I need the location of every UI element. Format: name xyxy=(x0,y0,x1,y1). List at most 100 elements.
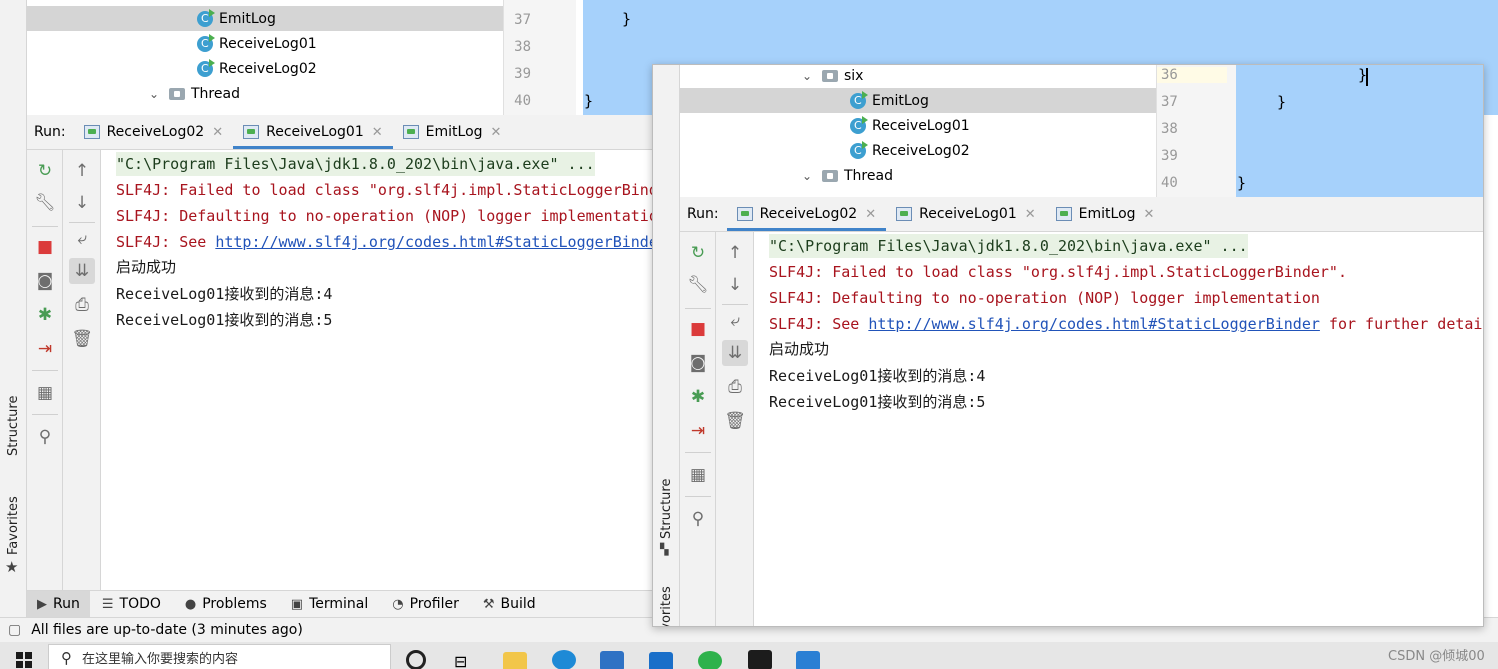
windows-icon[interactable] xyxy=(16,652,32,668)
run-tab-emitlog[interactable]: EmitLog ✕ xyxy=(1046,197,1165,231)
console-toolbar: ↑ ↓ ⤶ ⇊ ⎙ 🗑︎ xyxy=(716,232,754,626)
layout-icon[interactable]: ▦ xyxy=(32,380,58,406)
layout-icon[interactable]: ▦ xyxy=(685,462,711,488)
rerun-icon[interactable]: ↻ xyxy=(32,158,58,184)
chevron-down-icon[interactable]: ⌄ xyxy=(800,169,814,183)
bottom-tab-terminal[interactable]: ▣ Terminal xyxy=(279,591,380,617)
bottom-tab-label: Terminal xyxy=(309,596,369,612)
run-tab-emitlog[interactable]: EmitLog ✕ xyxy=(393,115,512,149)
pin-icon[interactable]: ⚲ xyxy=(685,506,711,532)
down-arrow-icon[interactable]: ↓ xyxy=(69,190,95,216)
code-brace: } xyxy=(622,10,632,28)
star-icon[interactable]: ★ xyxy=(5,558,18,576)
layout-toggle-icon[interactable]: ▢ xyxy=(8,622,21,638)
wrench-icon[interactable]: 🔧︎ xyxy=(685,272,711,298)
run-tab-receivelog02[interactable]: ReceiveLog02 ✕ xyxy=(74,115,234,149)
tree-folder-thread[interactable]: ⌄ Thread xyxy=(800,163,893,188)
console-output[interactable]: "C:\Program Files\Java\jdk1.8.0_202\bin\… xyxy=(754,232,1483,626)
camera-icon[interactable]: ◙ xyxy=(32,268,58,294)
scroll-to-end-icon[interactable]: ⇊ xyxy=(69,258,95,284)
tree-folder-six[interactable]: ⌄ six xyxy=(800,65,864,88)
line-number: 40 xyxy=(1161,175,1178,191)
wrench-icon[interactable]: 🔧︎ xyxy=(32,190,58,216)
line-number: 37 xyxy=(1161,94,1178,110)
tree-item-label: ReceiveLog01 xyxy=(872,117,970,134)
structure-side-tab[interactable]: Structure xyxy=(6,396,21,456)
camera-icon[interactable]: ◙ xyxy=(685,350,711,376)
run-tab-bar: Run: ReceiveLog02 ✕ ReceiveLog01 ✕ EmitL… xyxy=(27,115,652,150)
close-icon[interactable]: ✕ xyxy=(1025,207,1036,222)
tree-item-receivelog02[interactable]: ReceiveLog02 xyxy=(850,138,970,163)
bottom-tab-problems[interactable]: ● Problems xyxy=(173,591,279,617)
virtualbox-icon[interactable] xyxy=(796,651,820,669)
terminal-icon: ▣ xyxy=(290,596,304,612)
run-tab-label: ReceiveLog01 xyxy=(919,206,1017,222)
pin-icon[interactable]: ⚲ xyxy=(32,424,58,450)
bottom-tab-build[interactable]: ⚒ Build xyxy=(471,591,548,617)
bottom-tab-run[interactable]: ▶ Run xyxy=(27,591,90,617)
run-actions-toolbar: ↻ 🔧︎ ■ ◙ ✱ ⇥ ▦ ⚲ xyxy=(27,150,63,590)
scroll-to-end-icon[interactable]: ⇊ xyxy=(722,340,748,366)
editor-selection[interactable] xyxy=(1236,65,1483,197)
run-tab-receivelog01[interactable]: ReceiveLog01 ✕ xyxy=(886,197,1046,231)
tree-item-receivelog01[interactable]: ReceiveLog01 xyxy=(197,31,317,56)
console-output[interactable]: "C:\Program Files\Java\jdk1.8.0_202\bin\… xyxy=(102,150,652,590)
print-icon[interactable]: ⎙ xyxy=(69,292,95,318)
rerun-icon[interactable]: ↻ xyxy=(685,240,711,266)
mail-icon[interactable] xyxy=(649,652,673,669)
structure-side-tab[interactable]: Structure xyxy=(659,479,674,539)
bottom-tab-label: Problems xyxy=(202,596,267,612)
cortana-icon[interactable] xyxy=(406,650,426,669)
tree-item-label: Thread xyxy=(844,167,893,184)
run-tab-bar: Run: ReceiveLog02 ✕ ReceiveLog01 ✕ EmitL… xyxy=(680,197,1483,232)
task-view-icon[interactable]: ⊟ xyxy=(454,652,478,669)
intellij-icon[interactable] xyxy=(748,650,772,669)
favorites-side-tab[interactable]: Favorites xyxy=(659,586,674,626)
tree-item-receivelog01[interactable]: ReceiveLog01 xyxy=(850,113,970,138)
console-line-output: 启动成功 xyxy=(116,258,177,276)
stop-icon[interactable]: ■ xyxy=(685,316,711,342)
taskbar-search[interactable]: ⚲ 在这里输入你要搜索的内容 xyxy=(48,644,391,669)
wechat-icon[interactable] xyxy=(698,651,722,669)
run-actions-toolbar: ↻ 🔧︎ ■ ◙ ✱ ⇥ ▦ ⚲ xyxy=(680,232,716,626)
tree-item-emitlog[interactable]: EmitLog xyxy=(27,6,503,31)
list-icon: ☰ xyxy=(101,596,114,612)
tree-item-label: ReceiveLog02 xyxy=(872,142,970,159)
close-icon[interactable]: ✕ xyxy=(372,125,383,140)
store-icon[interactable] xyxy=(600,651,624,669)
console-link[interactable]: http://www.slf4j.org/codes.html#StaticLo… xyxy=(215,233,652,251)
close-icon[interactable]: ✕ xyxy=(865,207,876,222)
edge-icon[interactable] xyxy=(552,650,576,669)
down-arrow-icon[interactable]: ↓ xyxy=(722,272,748,298)
chevron-down-icon[interactable]: ⌄ xyxy=(147,87,161,101)
windows-taskbar: ⚲ 在这里输入你要搜索的内容 ⊟ CSDN @倾城00 xyxy=(0,642,1498,669)
debug-icon[interactable]: ✱ xyxy=(32,302,58,328)
bottom-tab-profiler[interactable]: ◔ Profiler xyxy=(380,591,471,617)
debug-icon[interactable]: ✱ xyxy=(685,384,711,410)
file-explorer-icon[interactable] xyxy=(503,652,527,669)
close-icon[interactable]: ✕ xyxy=(212,125,223,140)
exit-icon[interactable]: ⇥ xyxy=(32,336,58,362)
close-icon[interactable]: ✕ xyxy=(1144,207,1155,222)
bottom-tab-todo[interactable]: ☰ TODO xyxy=(90,591,173,617)
exit-icon[interactable]: ⇥ xyxy=(685,418,711,444)
trash-icon[interactable]: 🗑︎ xyxy=(69,326,95,352)
tree-folder-thread[interactable]: ⌄ Thread xyxy=(147,81,240,106)
run-tab-receivelog01[interactable]: ReceiveLog01 ✕ xyxy=(233,115,393,149)
stop-icon[interactable]: ■ xyxy=(32,234,58,260)
close-icon[interactable]: ✕ xyxy=(491,125,502,140)
tree-item-emitlog[interactable]: EmitLog xyxy=(680,88,1156,113)
console-link[interactable]: http://www.slf4j.org/codes.html#StaticLo… xyxy=(868,315,1320,333)
up-arrow-icon[interactable]: ↑ xyxy=(722,240,748,266)
tree-item-receivelog02[interactable]: ReceiveLog02 xyxy=(197,56,317,81)
trash-icon[interactable]: 🗑︎ xyxy=(722,408,748,434)
chevron-down-icon[interactable]: ⌄ xyxy=(800,69,814,83)
soft-wrap-icon[interactable]: ⤶ xyxy=(722,308,748,334)
favorites-side-tab[interactable]: Favorites xyxy=(6,496,21,555)
soft-wrap-icon[interactable]: ⤶ xyxy=(69,226,95,252)
run-tab-receivelog02[interactable]: ReceiveLog02 ✕ xyxy=(726,197,887,231)
up-arrow-icon[interactable]: ↑ xyxy=(69,158,95,184)
print-icon[interactable]: ⎙ xyxy=(722,374,748,400)
editor-gutter: 36 37 38 39 40 xyxy=(1156,65,1236,197)
console-line-error: SLF4J: Defaulting to no-operation (NOP) … xyxy=(116,207,652,225)
